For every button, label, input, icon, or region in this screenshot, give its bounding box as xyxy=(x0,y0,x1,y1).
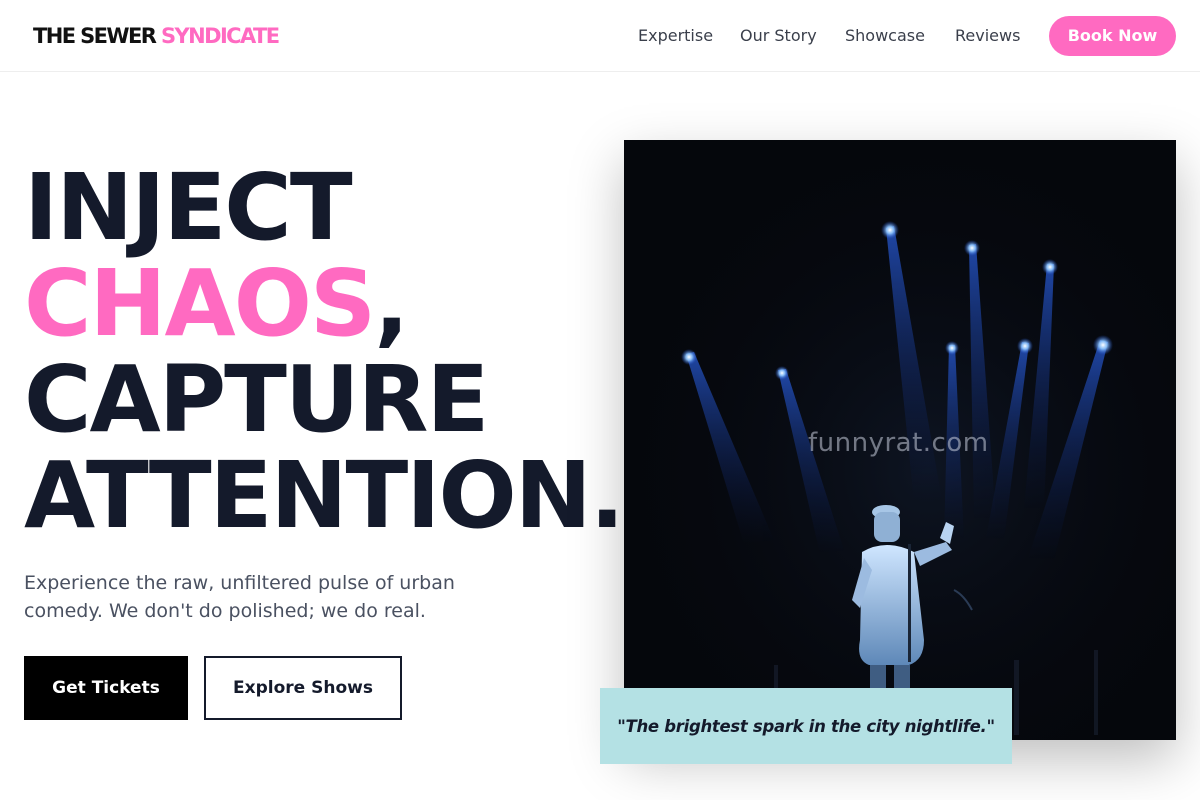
hero-headline: INJECT CHAOS, CAPTURE ATTENTION. xyxy=(24,154,625,549)
nav-link-reviews[interactable]: Reviews xyxy=(955,26,1020,46)
quote-card: "The brightest spark in the city nightli… xyxy=(600,688,1012,764)
nav-link-our-story[interactable]: Our Story xyxy=(740,26,817,46)
get-tickets-button[interactable]: Get Tickets xyxy=(24,656,188,720)
site-header: THE SEWER SYNDICATE Expertise Our Story … xyxy=(0,0,1200,72)
headline-highlight: CHAOS xyxy=(24,250,376,357)
headline-line-4: ATTENTION. xyxy=(24,442,625,549)
explore-shows-button[interactable]: Explore Shows xyxy=(204,656,402,720)
headline-comma: , xyxy=(374,250,409,357)
brand-logo-part1: THE SEWER xyxy=(33,24,157,48)
hero-subtitle: Experience the raw, unfiltered pulse of … xyxy=(24,572,455,622)
nav-link-expertise[interactable]: Expertise xyxy=(638,26,713,46)
brand-logo-part2: SYNDICATE xyxy=(161,24,280,48)
quote-text: "The brightest spark in the city nightli… xyxy=(617,716,995,736)
book-now-button[interactable]: Book Now xyxy=(1049,16,1176,56)
headline-line-2: CHAOS, xyxy=(24,256,623,352)
headline-line-1: INJECT xyxy=(24,154,353,261)
headline-line-3: CAPTURE xyxy=(24,346,489,453)
brand-logo[interactable]: THE SEWER SYNDICATE xyxy=(33,22,280,50)
watermark-text: funnyrat.com xyxy=(808,428,989,458)
nav-link-showcase[interactable]: Showcase xyxy=(845,26,925,46)
